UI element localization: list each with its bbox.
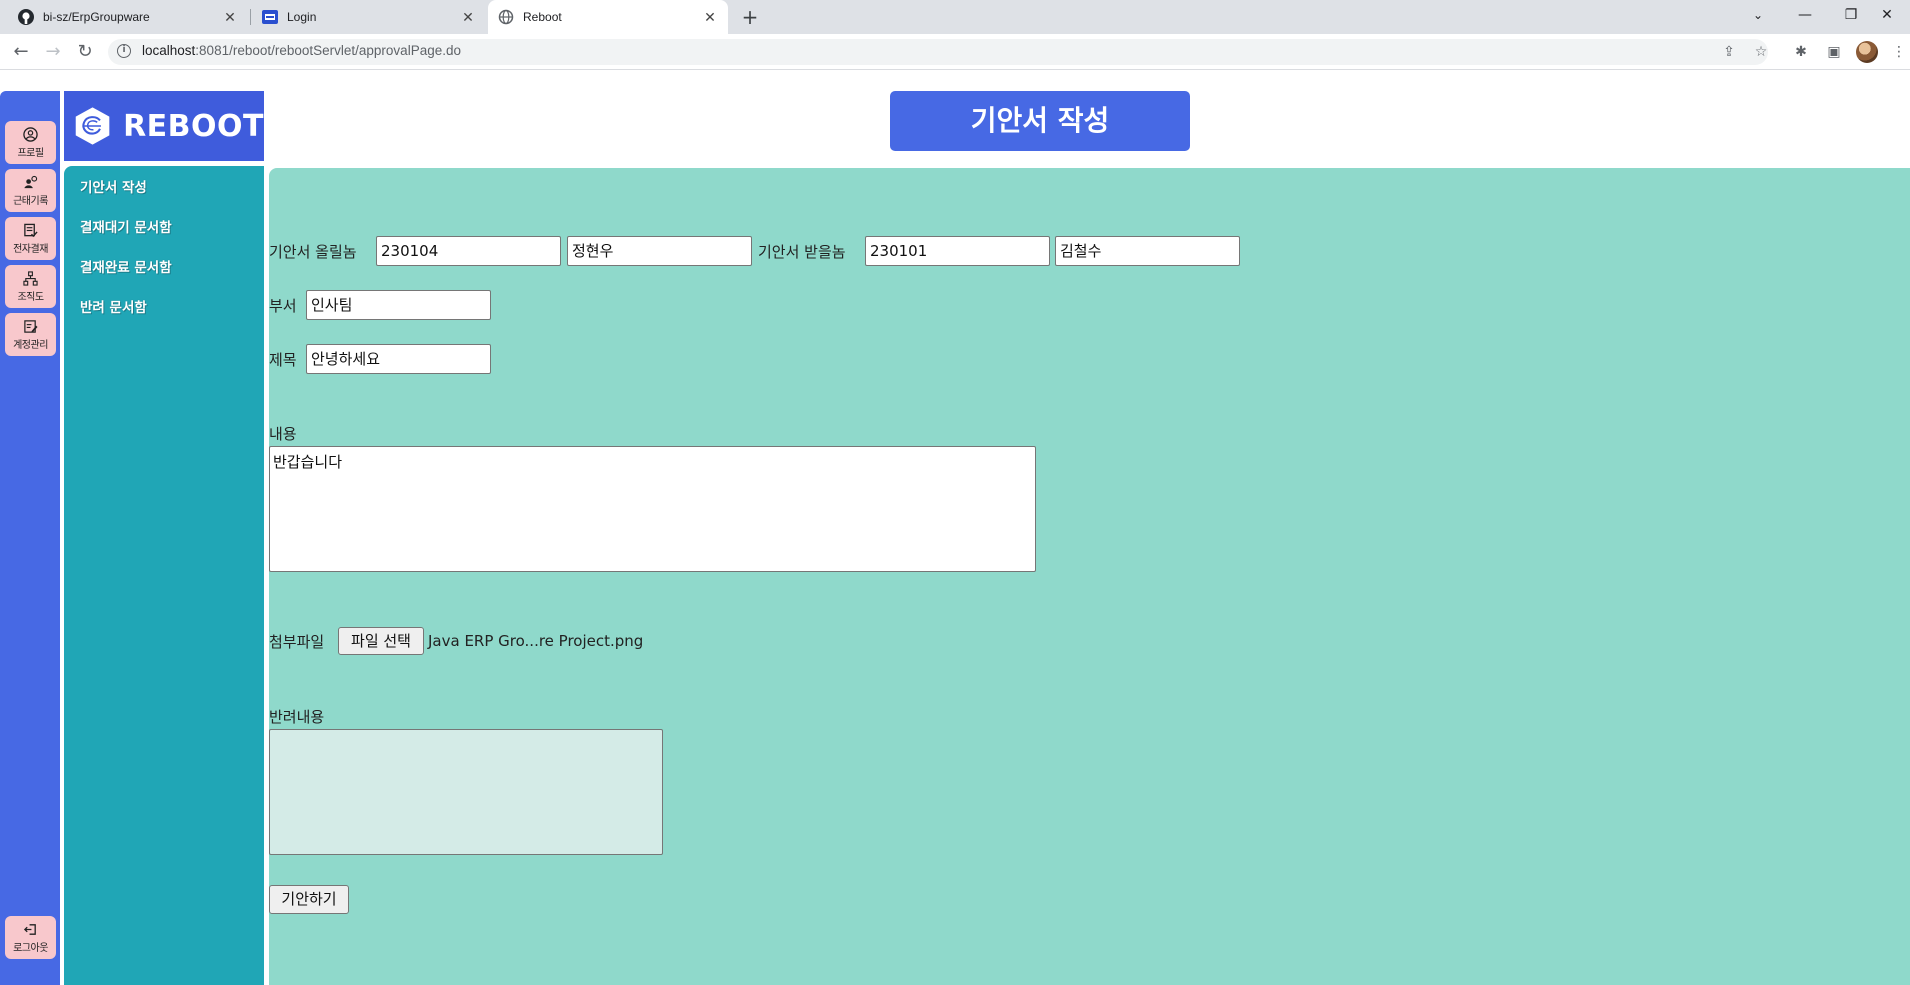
subject-input[interactable]: 안녕하세요 [306, 344, 491, 374]
github-icon [18, 9, 34, 25]
reject-label: 반려내용 [269, 708, 325, 726]
logo[interactable]: REBOOT [64, 91, 264, 161]
attachment-label: 첨부파일 [269, 633, 325, 651]
side-panel-icon[interactable]: ▣ [1824, 42, 1844, 62]
share-icon[interactable]: ⇪ [1720, 43, 1738, 61]
sidebar-item-approved-docs[interactable]: 결재완료 문서함 [64, 258, 264, 298]
tab-title: bi-sz/ErpGroupware [43, 10, 150, 24]
sidebar-item-rejected-docs[interactable]: 반려 문서함 [64, 298, 264, 338]
receiver-id-input[interactable]: 230101 [865, 236, 1050, 266]
menu-icon[interactable]: ⋮ [1889, 42, 1909, 62]
browser-tab-github[interactable]: bi-sz/ErpGroupware ✕ [8, 0, 248, 34]
reload-icon[interactable]: ↻ [73, 40, 97, 64]
account-icon [23, 318, 39, 334]
browser-tab-login[interactable]: Login ✕ [252, 0, 486, 34]
back-icon[interactable]: ← [9, 40, 33, 64]
rail-item-label: 프로필 [17, 148, 44, 159]
rail-item-approval[interactable]: 전자결재 [5, 217, 56, 260]
close-icon[interactable]: ✕ [460, 9, 476, 26]
sender-label: 기안서 올릴놈 [269, 243, 357, 261]
rail-item-org-chart[interactable]: 조직도 [5, 265, 56, 308]
page-title: 기안서 작성 [890, 91, 1190, 151]
logout-icon [23, 921, 39, 937]
rail-item-label: 계정관리 [13, 340, 48, 351]
window-close-icon[interactable]: ✕ [1864, 0, 1910, 30]
file-select-button[interactable]: 파일 선택 [338, 627, 424, 655]
submit-draft-button[interactable]: 기안하기 [269, 885, 349, 914]
sidebar-item-write-draft[interactable]: 기안서 작성 [64, 178, 264, 218]
file-name: Java ERP Gro...re Project.png [428, 632, 644, 650]
sidebar: 기안서 작성 결재대기 문서함 결재완료 문서함 반려 문서함 [64, 166, 264, 985]
dept-input[interactable]: 인사팀 [306, 290, 491, 320]
attendance-icon [23, 174, 39, 190]
globe-icon [498, 9, 514, 25]
star-icon[interactable]: ☆ [1752, 43, 1770, 61]
logo-mark-icon [75, 107, 110, 145]
tab-divider [250, 9, 251, 25]
dept-label: 부서 [269, 297, 297, 315]
forward-icon[interactable]: → [41, 40, 65, 64]
approval-icon [23, 222, 39, 238]
rail-item-label: 근태기록 [13, 196, 48, 207]
logo-text: REBOOT [123, 108, 264, 144]
rail-item-label: 조직도 [17, 292, 44, 303]
avatar[interactable] [1856, 41, 1878, 63]
tab-title: Login [287, 10, 317, 24]
extensions-icon[interactable]: ✱ [1791, 42, 1811, 62]
org-chart-icon [23, 270, 39, 286]
rail-item-attendance[interactable]: 근태기록 [5, 169, 56, 212]
address-bar[interactable]: i localhost:8081/reboot/rebootServlet/ap… [108, 39, 1768, 65]
browser-tab-reboot[interactable]: Reboot ✕ [488, 0, 728, 34]
subject-label: 제목 [269, 351, 297, 369]
rail-item-profile[interactable]: 프로필 [5, 121, 56, 164]
new-tab-icon[interactable]: + [738, 5, 762, 29]
browser-tab-strip: bi-sz/ErpGroupware ✕ Login ✕ Reboot ✕ + … [0, 0, 1910, 34]
content-textarea[interactable]: 반갑습니다 [269, 446, 1036, 572]
rail-item-label: 전자결재 [13, 244, 48, 255]
receiver-name-input[interactable]: 김철수 [1055, 236, 1240, 266]
close-icon[interactable]: ✕ [702, 9, 718, 26]
logout-button[interactable]: 로그아웃 [5, 916, 56, 959]
browser-toolbar: ← → ↻ i localhost:8081/reboot/rebootServ… [0, 34, 1910, 70]
reject-textarea[interactable] [269, 729, 663, 855]
tab-title: Reboot [523, 10, 562, 24]
receiver-label: 기안서 받을놈 [758, 243, 846, 261]
approval-form: 기안서 올릴놈 230104 정현우 기안서 받을놈 230101 김철수 부서… [269, 168, 1910, 985]
site-icon [262, 9, 278, 25]
tab-search-icon[interactable]: ⌄ [1735, 0, 1781, 30]
profile-icon [23, 126, 39, 142]
rail-item-account[interactable]: 계정관리 [5, 313, 56, 356]
sidebar-item-pending-docs[interactable]: 결재대기 문서함 [64, 218, 264, 258]
minimize-icon[interactable]: — [1782, 0, 1828, 30]
url-text: localhost:8081/reboot/rebootServlet/appr… [142, 43, 461, 58]
logout-label: 로그아웃 [13, 943, 48, 954]
icon-rail: 프로필 근태기록 전자결재 조직도 계정관리 로그아웃 [0, 91, 60, 985]
sender-name-input[interactable]: 정현우 [567, 236, 752, 266]
close-icon[interactable]: ✕ [222, 9, 238, 26]
content-label: 내용 [269, 425, 297, 443]
site-info-icon[interactable]: i [117, 44, 131, 58]
sender-id-input[interactable]: 230104 [376, 236, 561, 266]
